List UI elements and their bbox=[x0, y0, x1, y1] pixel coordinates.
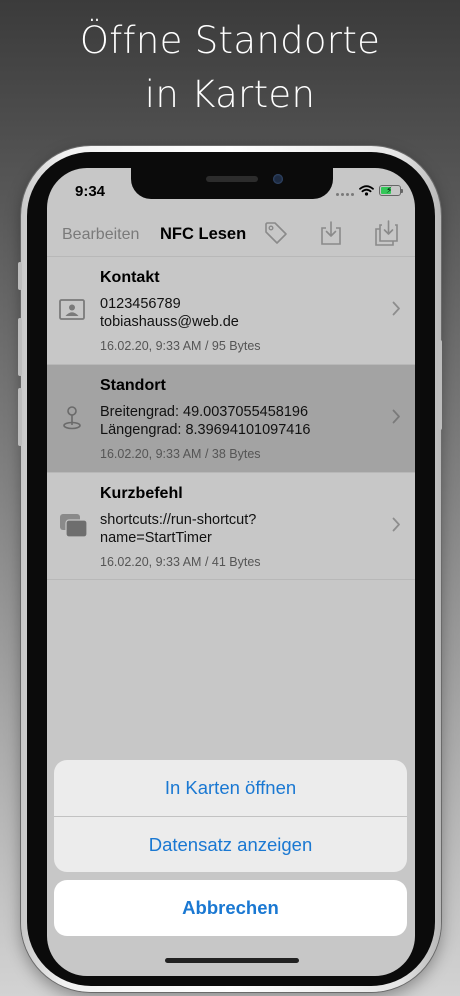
chevron-right-icon bbox=[392, 517, 400, 532]
import-icon[interactable] bbox=[371, 220, 399, 248]
map-pin-icon bbox=[63, 406, 81, 430]
screen: 9:34 ⚡ Bearbeiten NFC Lesen Kontakt 0123… bbox=[47, 168, 415, 976]
item-detail-line-1: shortcuts://run-shortcut? bbox=[100, 512, 257, 528]
list-item-kontakt[interactable]: Kontakt 0123456789 tobiashauss@web.de 16… bbox=[47, 256, 415, 364]
tag-icon[interactable] bbox=[263, 220, 289, 246]
cancel-button[interactable]: Abbrechen bbox=[54, 880, 407, 936]
volume-up-button bbox=[18, 318, 22, 376]
status-icons: ⚡ bbox=[336, 185, 403, 196]
mute-switch bbox=[18, 262, 22, 290]
list-item-standort[interactable]: Standort Breitengrad: 49.0037055458196 L… bbox=[47, 364, 415, 472]
item-detail-line-2: tobiashauss@web.de bbox=[100, 314, 239, 330]
item-detail-line-1: Breitengrad: 49.0037055458196 bbox=[100, 404, 309, 420]
item-title: Kurzbefehl bbox=[100, 485, 183, 502]
chevron-right-icon bbox=[392, 301, 400, 316]
headline-line-1: Öffne Standorte bbox=[79, 19, 381, 62]
notch bbox=[131, 168, 333, 199]
item-meta: 16.02.20, 9:33 AM / 95 Bytes bbox=[100, 339, 261, 353]
item-meta: 16.02.20, 9:33 AM / 38 Bytes bbox=[100, 447, 261, 461]
nav-title: NFC Lesen bbox=[160, 225, 247, 243]
chevron-right-icon bbox=[392, 409, 400, 424]
wifi-icon bbox=[359, 185, 374, 196]
item-detail-line-2: Längengrad: 8.39694101097416 bbox=[100, 422, 311, 438]
record-list: Kontakt 0123456789 tobiashauss@web.de 16… bbox=[47, 256, 415, 580]
download-icon[interactable] bbox=[319, 220, 343, 246]
item-title: Standort bbox=[100, 377, 166, 394]
shortcut-stack-icon bbox=[60, 514, 88, 538]
charging-bolt-icon: ⚡ bbox=[386, 185, 393, 195]
edit-button[interactable]: Bearbeiten bbox=[62, 226, 139, 244]
contact-card-icon bbox=[59, 299, 85, 320]
item-meta: 16.02.20, 9:33 AM / 41 Bytes bbox=[100, 555, 261, 569]
battery-icon: ⚡ bbox=[379, 185, 403, 196]
item-detail-line-1: 0123456789 bbox=[100, 296, 181, 312]
item-title: Kontakt bbox=[100, 269, 160, 286]
action-sheet: In Karten öffnen Datensatz anzeigen bbox=[54, 760, 407, 872]
navigation-bar: Bearbeiten NFC Lesen bbox=[47, 212, 415, 256]
volume-down-button bbox=[18, 388, 22, 446]
show-record-button[interactable]: Datensatz anzeigen bbox=[54, 817, 407, 872]
front-camera bbox=[273, 174, 283, 184]
headline: Öffne Standorte in Karten bbox=[0, 14, 460, 122]
cellular-signal-icon bbox=[336, 186, 354, 196]
open-in-maps-button[interactable]: In Karten öffnen bbox=[54, 760, 407, 816]
power-button bbox=[438, 340, 442, 430]
list-item-kurzbefehl[interactable]: Kurzbefehl shortcuts://run-shortcut? nam… bbox=[47, 472, 415, 580]
item-detail-line-2: name=StartTimer bbox=[100, 530, 212, 546]
status-time: 9:34 bbox=[75, 183, 106, 200]
headline-line-2: in Karten bbox=[144, 73, 316, 116]
home-indicator[interactable] bbox=[165, 958, 299, 963]
speaker bbox=[206, 176, 258, 182]
